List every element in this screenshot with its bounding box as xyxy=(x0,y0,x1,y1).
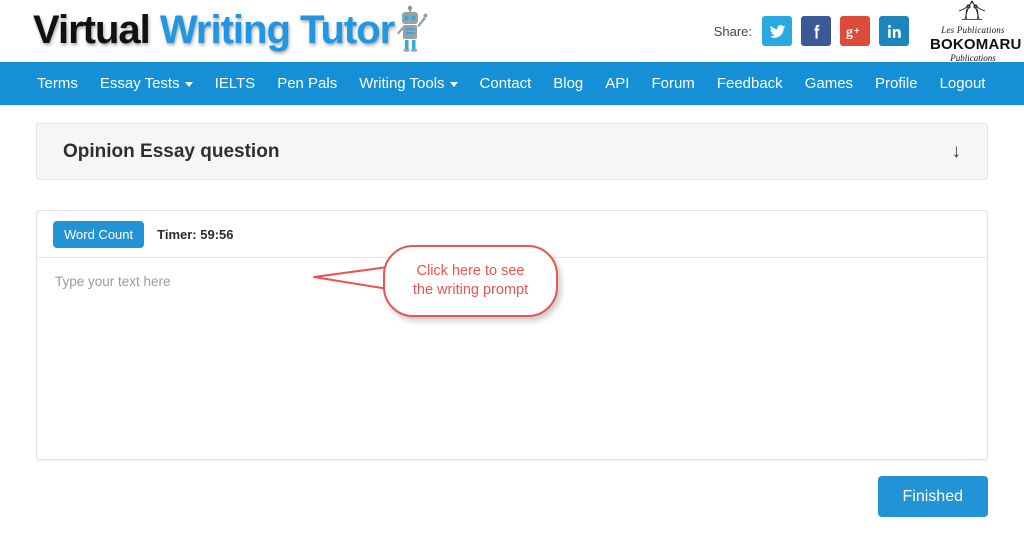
site-logo[interactable]: Virtual Writing Tutor xyxy=(33,2,429,58)
nav-item-feedback[interactable]: Feedback xyxy=(706,62,794,105)
arrow-down-icon[interactable]: ↓ xyxy=(952,142,962,161)
nav-item-label: Profile xyxy=(875,75,918,92)
nav-item-ielts[interactable]: IELTS xyxy=(204,62,267,105)
opinion-essay-question-accordion[interactable]: Opinion Essay question ↓ xyxy=(36,123,988,180)
publisher-line-3: Publications xyxy=(950,53,996,63)
brand-word-writing-tutor: Writing Tutor xyxy=(159,8,395,52)
bokomaru-figures-icon xyxy=(958,0,986,20)
page-title: Opinion Essay question xyxy=(63,140,280,162)
share-linkedin-button[interactable] xyxy=(879,16,909,46)
svg-text:g: g xyxy=(846,24,853,40)
site-header: Virtual Writing Tutor Share: g + Les Pub… xyxy=(0,0,1024,63)
finished-button[interactable]: Finished xyxy=(877,476,988,518)
nav-item-label: Terms xyxy=(37,75,78,92)
nav-item-api[interactable]: API xyxy=(594,62,640,105)
word-count-button[interactable]: Word Count xyxy=(53,220,145,248)
nav-item-label: Blog xyxy=(553,75,584,92)
nav-item-label: Feedback xyxy=(716,75,783,92)
main-navigation: Terms Essay Tests IELTS Pen Pals Writing Too… xyxy=(0,62,1024,105)
chevron-down-icon xyxy=(184,82,193,87)
brand-text: Virtual Writing Tutor xyxy=(33,8,395,52)
editor-toolbar: Word Count Timer: 59:56 xyxy=(37,211,987,258)
essay-editor-card: Word Count Timer: 59:56 xyxy=(36,210,988,460)
nav-item-logout[interactable]: Logout xyxy=(929,62,997,105)
page-content: Opinion Essay question ↓ Click here to s… xyxy=(0,123,1024,537)
publisher-logo: Les Publications BOKOMARU Publications xyxy=(930,0,1022,63)
chevron-down-icon xyxy=(449,82,458,87)
svg-text:+: + xyxy=(854,26,859,36)
share-googleplus-button[interactable]: g + xyxy=(840,16,870,46)
essay-text-input[interactable] xyxy=(37,258,987,459)
nav-item-label: Contact xyxy=(479,75,532,92)
nav-item-label: Forum xyxy=(651,75,695,92)
nav-item-essay-tests[interactable]: Essay Tests xyxy=(89,62,204,105)
nav-item-label: IELTS xyxy=(214,75,256,92)
nav-item-label: Pen Pals xyxy=(277,75,338,92)
nav-item-pen-pals[interactable]: Pen Pals xyxy=(266,62,348,105)
twitter-icon xyxy=(769,24,785,38)
card-footer: Finished xyxy=(36,476,988,518)
robot-mascot-icon xyxy=(395,3,429,58)
nav-item-label: Essay Tests xyxy=(99,75,180,92)
share-twitter-button[interactable] xyxy=(762,16,792,46)
nav-item-profile[interactable]: Profile xyxy=(864,62,929,105)
nav-item-contact[interactable]: Contact xyxy=(469,62,543,105)
share-area: Share: g + Les Publications BOKOMARU Pub… xyxy=(713,0,1021,63)
linkedin-icon xyxy=(887,24,901,38)
nav-item-label: Games xyxy=(804,75,854,92)
publisher-name: BOKOMARU xyxy=(930,36,1022,53)
publisher-line-1: Les Publications xyxy=(941,25,1005,35)
share-facebook-button[interactable] xyxy=(801,16,831,46)
timer-label: Timer: 59:56 xyxy=(157,226,234,242)
nav-item-writing-tools[interactable]: Writing Tools xyxy=(348,62,468,105)
nav-item-label: Writing Tools xyxy=(359,75,445,92)
nav-item-forum[interactable]: Forum xyxy=(640,62,705,105)
google-plus-icon: g + xyxy=(846,24,860,40)
nav-item-games[interactable]: Games xyxy=(794,62,864,105)
nav-item-terms[interactable]: Terms xyxy=(26,62,89,105)
nav-item-label: API xyxy=(605,75,630,92)
brand-word-virtual: Virtual xyxy=(33,8,151,52)
facebook-icon xyxy=(813,24,819,39)
share-label: Share: xyxy=(713,23,752,39)
nav-item-label: Logout xyxy=(939,75,986,92)
nav-item-blog[interactable]: Blog xyxy=(542,62,594,105)
